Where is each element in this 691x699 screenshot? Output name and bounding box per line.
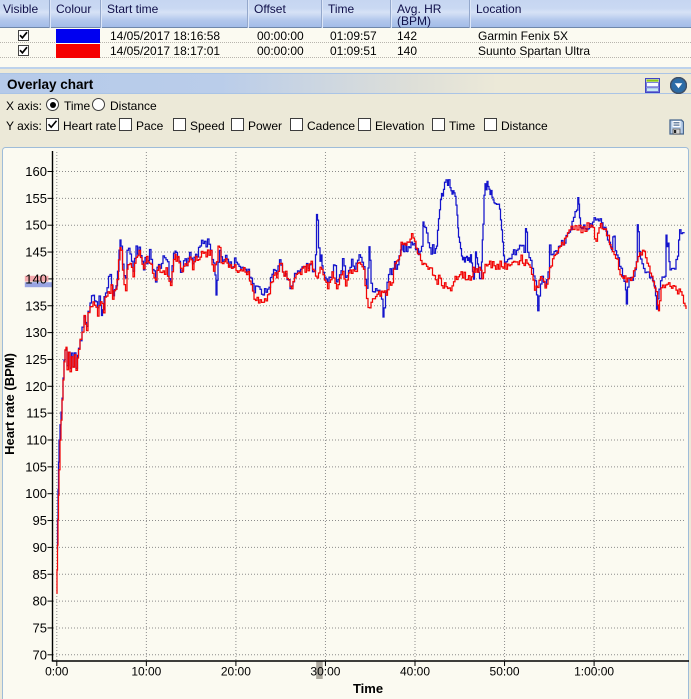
svg-text:10:00: 10:00 — [131, 665, 161, 679]
svg-text:Time: Time — [353, 681, 383, 696]
svg-text:20:00: 20:00 — [221, 665, 251, 679]
svg-text:100: 100 — [25, 486, 47, 501]
svg-text:40:00: 40:00 — [400, 665, 430, 679]
svg-text:115: 115 — [26, 406, 47, 421]
svg-text:150: 150 — [25, 218, 47, 233]
svg-text:30:00: 30:00 — [310, 665, 340, 679]
svg-text:120: 120 — [25, 379, 47, 394]
svg-text:140: 140 — [25, 271, 47, 286]
svg-text:50:00: 50:00 — [490, 665, 520, 679]
svg-text:110: 110 — [26, 433, 47, 448]
svg-text:0:00: 0:00 — [45, 665, 69, 679]
svg-text:85: 85 — [33, 567, 47, 582]
svg-text:1:00:00: 1:00:00 — [574, 665, 614, 679]
svg-text:90: 90 — [33, 540, 47, 555]
svg-text:135: 135 — [25, 298, 47, 313]
svg-text:125: 125 — [25, 352, 47, 367]
svg-text:130: 130 — [25, 325, 47, 340]
svg-text:80: 80 — [33, 594, 47, 609]
svg-text:95: 95 — [33, 513, 47, 528]
svg-text:145: 145 — [25, 245, 47, 260]
svg-text:155: 155 — [25, 191, 47, 206]
svg-text:105: 105 — [25, 459, 47, 474]
svg-text:75: 75 — [33, 620, 47, 635]
svg-text:Heart rate (BPM): Heart rate (BPM) — [2, 353, 17, 455]
svg-text:70: 70 — [33, 647, 47, 662]
svg-text:160: 160 — [25, 164, 47, 179]
